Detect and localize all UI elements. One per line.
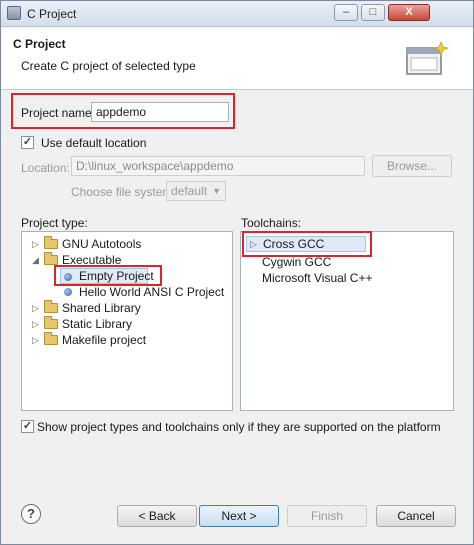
folder-icon: [44, 332, 58, 345]
tree-item-label: GNU Autotools: [62, 237, 142, 251]
supported-platform-filter-label: Show project types and toolchains only i…: [37, 420, 441, 434]
filesystem-label: Choose file system:: [71, 185, 176, 199]
cancel-button[interactable]: Cancel: [376, 505, 456, 527]
close-button[interactable]: X: [388, 4, 430, 21]
window-title: C Project: [27, 7, 77, 21]
highlight-project-name: [11, 93, 235, 129]
toolchain-label: Cygwin GCC: [262, 255, 332, 269]
app-icon: [7, 6, 21, 20]
tree-item-label: Static Library: [62, 317, 133, 331]
expand-icon[interactable]: ▷: [32, 332, 39, 348]
title-bar[interactable]: C Project – □ X: [1, 1, 473, 27]
project-type-tree[interactable]: ▷ GNU Autotools ◢ Executable Empty Proje…: [21, 231, 233, 411]
collapse-icon[interactable]: ◢: [32, 252, 39, 268]
minimize-button[interactable]: –: [334, 4, 358, 21]
toolchain-item-msvc[interactable]: Microsoft Visual C++: [262, 270, 373, 286]
wizard-banner-icon: [406, 41, 449, 75]
wizard-header: C Project Create C project of selected t…: [1, 28, 473, 90]
toolchains-label: Toolchains:: [241, 216, 302, 230]
filesystem-select[interactable]: default ▼: [166, 181, 226, 201]
help-button[interactable]: ?: [21, 504, 41, 524]
expand-icon[interactable]: ▷: [32, 300, 39, 316]
toolchain-label: Microsoft Visual C++: [262, 271, 373, 285]
supported-platform-filter-checkbox[interactable]: ✓: [21, 420, 34, 433]
page-title: C Project: [13, 37, 66, 51]
chevron-down-icon: ▼: [212, 186, 221, 196]
project-type-icon: [64, 288, 72, 296]
tree-item-label: Shared Library: [62, 301, 141, 315]
tree-item-label: Hello World ANSI C Project: [79, 285, 225, 299]
folder-icon: [44, 300, 58, 313]
expand-icon[interactable]: ▷: [32, 236, 39, 252]
next-button[interactable]: Next >: [199, 505, 279, 527]
expand-icon[interactable]: ▷: [32, 316, 39, 332]
use-default-location-label: Use default location: [41, 136, 147, 150]
folder-open-icon: [44, 252, 58, 265]
use-default-location-checkbox[interactable]: ✓: [21, 136, 34, 149]
maximize-button[interactable]: □: [361, 4, 385, 21]
finish-button[interactable]: Finish: [287, 505, 367, 527]
c-project-dialog: C Project – □ X C Project Create C proje…: [0, 0, 474, 545]
browse-button[interactable]: Browse...: [372, 155, 452, 177]
toolchains-list[interactable]: ▷ Cross GCC Cygwin GCC Microsoft Visual …: [240, 231, 454, 411]
tree-item-label: Makefile project: [62, 333, 147, 347]
highlight-cross-gcc: [242, 231, 372, 257]
location-input[interactable]: D:\linux_workspace\appdemo: [71, 156, 365, 176]
location-label: Location:: [21, 161, 70, 175]
folder-icon: [44, 316, 58, 329]
page-description: Create C project of selected type: [21, 59, 196, 73]
highlight-empty-project: [54, 265, 162, 286]
back-button[interactable]: < Back: [117, 505, 197, 527]
filesystem-value: default: [171, 184, 208, 198]
project-type-label: Project type:: [21, 216, 88, 230]
folder-icon: [44, 236, 58, 249]
